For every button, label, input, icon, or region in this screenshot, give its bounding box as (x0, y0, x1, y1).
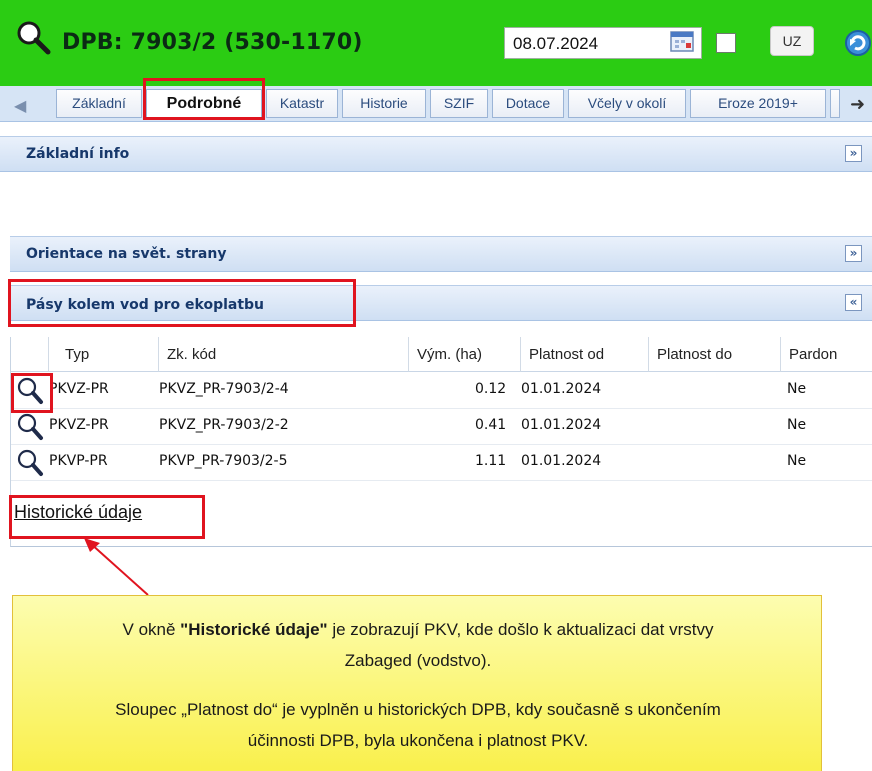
arrow-left-icon[interactable]: ◀ (14, 96, 26, 115)
cell-vymera: 0.12 (475, 381, 507, 397)
expand-icon[interactable]: » (845, 145, 862, 162)
callout-line-4: účinnosti DPB, byla ukončena i platnost … (247, 731, 589, 750)
checkbox[interactable] (716, 33, 736, 53)
cell-vymera: 0.41 (475, 417, 507, 433)
tab-vcely[interactable]: Včely v okolí (568, 89, 686, 118)
tab-szif[interactable]: SZIF (430, 89, 488, 118)
uz-button[interactable]: UZ (770, 26, 814, 56)
cell-vymera: 1.11 (475, 453, 507, 469)
cell-kod: PKVP_PR-7903/2-5 (159, 453, 288, 469)
magnifier-icon[interactable] (14, 18, 54, 58)
section-orientace[interactable]: Orientace na svět. strany » (10, 236, 872, 272)
cell-platnost-od: 01.01.2024 (521, 453, 602, 469)
page-title: DPB: 7903/2 (530-1170) (62, 30, 363, 55)
callout-line-1: V okně "Historické údaje" je zobrazují P… (122, 620, 714, 639)
arrow-right-icon[interactable]: ➜ (850, 94, 865, 115)
column-header-platnost-do[interactable]: Platnost do (649, 337, 781, 372)
cell-typ: PKVZ-PR (49, 381, 109, 397)
column-header-typ[interactable]: Typ (49, 337, 159, 372)
cell-platnost-od: 01.01.2024 (521, 417, 602, 433)
highlight-magnifier (11, 373, 53, 413)
expand-icon[interactable]: » (845, 245, 862, 262)
magnifier-icon[interactable] (15, 411, 45, 441)
cell-kod: PKVZ_PR-7903/2-4 (159, 381, 289, 397)
refresh-icon[interactable] (838, 25, 872, 61)
table-row[interactable]: PKVZ-PR PKVZ_PR-7903/2-2 0.41 01.01.2024… (11, 408, 872, 445)
highlight-history-link (9, 495, 205, 539)
cell-typ: PKVP-PR (49, 453, 108, 469)
section-title: Základní info (26, 146, 130, 162)
callout-line-3: Sloupec „Platnost do“ je vyplněn u histo… (115, 700, 721, 719)
magnifier-icon[interactable] (15, 447, 45, 477)
callout-line-2: Zabaged (vodstvo). (344, 651, 492, 670)
callout-note: V okně "Historické údaje" je zobrazují P… (12, 595, 822, 771)
column-header-pardon[interactable]: Pardon (781, 337, 872, 372)
cell-pardon: Ne (787, 417, 807, 433)
tab-dotace[interactable]: Dotace (492, 89, 564, 118)
tab-historie[interactable]: Historie (342, 89, 426, 118)
column-header-platnost-od[interactable]: Platnost od (521, 337, 649, 372)
date-value: 08.07.2024 (513, 34, 599, 53)
tab-katastr[interactable]: Katastr (266, 89, 338, 118)
tab-bar: ◀ Základní Podrobné Katastr Historie SZI… (0, 86, 872, 122)
column-header-kod[interactable]: Zk. kód (159, 337, 409, 372)
column-header-icon (11, 337, 49, 372)
highlight-section-pasy (8, 279, 356, 327)
calendar-icon[interactable] (670, 30, 696, 54)
table-row[interactable]: PKVZ-PR PKVZ_PR-7903/2-4 0.12 01.01.2024… (11, 372, 872, 409)
cell-pardon: Ne (787, 453, 807, 469)
cell-typ: PKVZ-PR (49, 417, 109, 433)
cell-pardon: Ne (787, 381, 807, 397)
column-header-vymera[interactable]: Vým. (ha) (409, 337, 521, 372)
section-title: Orientace na svět. strany (26, 246, 227, 262)
cell-kod: PKVZ_PR-7903/2-2 (159, 417, 289, 433)
tab-eroze[interactable]: Eroze 2019+ (690, 89, 826, 118)
section-zakladni-info[interactable]: Základní info » (0, 136, 872, 172)
tab-overflow[interactable] (830, 89, 840, 118)
cell-platnost-od: 01.01.2024 (521, 381, 602, 397)
highlight-tab-podrobne (143, 78, 265, 120)
collapse-icon[interactable]: « (845, 294, 862, 311)
table-row[interactable]: PKVP-PR PKVP_PR-7903/2-5 1.11 01.01.2024… (11, 444, 872, 481)
tab-zakladni[interactable]: Základní (56, 89, 142, 118)
